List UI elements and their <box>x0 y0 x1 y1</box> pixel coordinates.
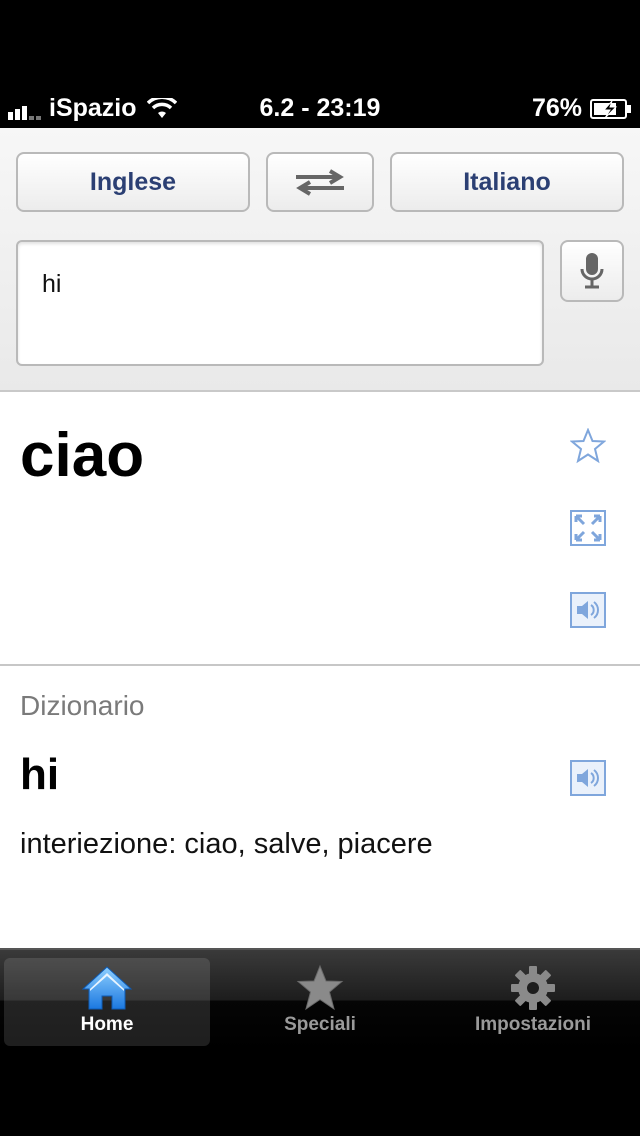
translate-header: Inglese Italiano hi <box>0 128 640 392</box>
play-translation-audio-button[interactable] <box>568 590 608 630</box>
tab-impostazioni-label: Impostazioni <box>474 1014 592 1035</box>
tab-bar: Home Speciali Impostazioni <box>0 948 640 1050</box>
play-dictionary-audio-button[interactable] <box>568 758 608 798</box>
star-icon <box>296 964 344 1011</box>
speaker-icon <box>570 592 606 628</box>
star-button[interactable] <box>568 426 608 466</box>
translated-text: ciao <box>20 421 145 490</box>
status-bar: iSpazio 6.2 - 23:19 76% <box>0 88 640 128</box>
translation-input[interactable]: hi <box>16 240 544 366</box>
swap-arrows-icon <box>296 169 344 196</box>
source-language-button[interactable]: Inglese <box>16 152 250 212</box>
microphone-icon <box>580 253 604 289</box>
battery-percent: 76% <box>531 94 582 122</box>
speaker-icon <box>570 760 606 796</box>
target-language-button[interactable]: Italiano <box>390 152 624 212</box>
battery-status: 76% <box>532 94 632 123</box>
home-icon <box>81 966 133 1010</box>
swap-languages-button[interactable] <box>266 152 374 212</box>
tab-speciali-label: Speciali <box>284 1014 356 1035</box>
gear-icon <box>511 966 555 1010</box>
tab-speciali[interactable]: Speciali <box>217 958 423 1046</box>
battery-charging-icon <box>590 98 631 119</box>
dictionary-word: hi <box>20 750 60 799</box>
voice-input-button[interactable] <box>560 240 624 302</box>
star-outline-icon <box>570 428 606 464</box>
dictionary-title: Dizionario <box>20 690 145 721</box>
tab-impostazioni[interactable]: Impostazioni <box>430 958 636 1046</box>
expand-icon <box>570 510 606 546</box>
bottom-bezel <box>0 1048 640 1136</box>
dictionary-definition: interiezione: ciao, salve, piacere <box>20 828 433 860</box>
tab-home-label: Home <box>80 1014 134 1035</box>
translation-result: ciao <box>0 392 640 666</box>
fullscreen-button[interactable] <box>568 508 608 548</box>
dictionary-section: Dizionario hi interiezione: ciao, salve,… <box>0 666 640 948</box>
tab-home[interactable]: Home <box>4 958 210 1046</box>
